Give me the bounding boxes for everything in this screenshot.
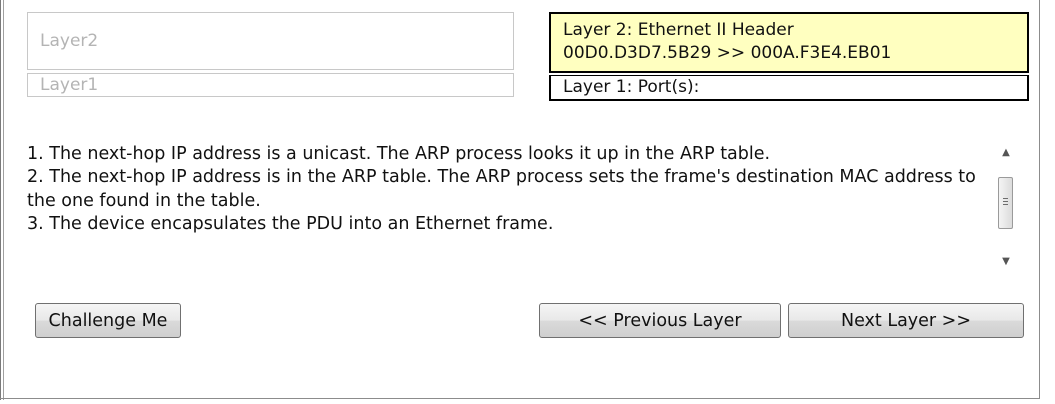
window-frame-bottom <box>0 398 1040 399</box>
grip-line <box>1003 198 1008 199</box>
description-scrollbar[interactable]: ▲ ▼ <box>995 143 1017 278</box>
layer-description-panel[interactable]: 1. The next-hop IP address is a unicast.… <box>27 143 1030 278</box>
grip-line <box>1003 204 1008 205</box>
layer2-inbound-box[interactable]: Layer2 <box>27 12 514 70</box>
description-line: 3. The device encapsulates the PDU into … <box>27 213 554 234</box>
previous-layer-button[interactable]: << Previous Layer <box>539 303 781 338</box>
challenge-me-button[interactable]: Challenge Me <box>35 303 181 338</box>
next-layer-button[interactable]: Next Layer >> <box>788 303 1024 338</box>
description-line: 2. The next-hop IP address is in the ARP… <box>27 167 976 211</box>
scrollbar-thumb[interactable] <box>998 177 1013 229</box>
layer2-outbound-box[interactable]: Layer 2: Ethernet II Header 00D0.D3D7.5B… <box>549 12 1029 73</box>
layer1-outbound-box[interactable]: Layer 1: Port(s): <box>549 75 1029 101</box>
window-frame-right <box>1039 0 1040 399</box>
layer2-mac-addresses: 00D0.D3D7.5B29 >> 000A.F3E4.EB01 <box>563 43 892 63</box>
layer2-header-label: Layer 2: Ethernet II Header <box>563 20 794 40</box>
window-frame-left-inner <box>3 0 4 400</box>
window-frame-left <box>0 0 1 400</box>
scroll-up-arrow-icon[interactable]: ▲ <box>999 146 1013 160</box>
grip-line <box>1003 201 1008 202</box>
layer-description-text: 1. The next-hop IP address is a unicast.… <box>27 143 983 236</box>
scroll-down-arrow-icon[interactable]: ▼ <box>999 255 1013 269</box>
description-line: 1. The next-hop IP address is a unicast.… <box>27 144 771 164</box>
layer1-inbound-box[interactable]: Layer1 <box>27 73 514 97</box>
